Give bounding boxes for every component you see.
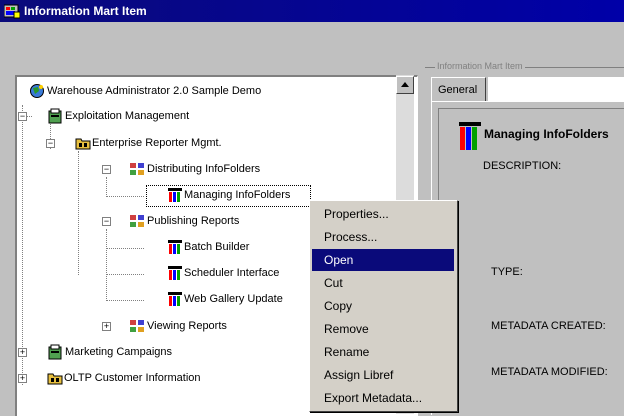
metadata-created-label: METADATA CREATED: bbox=[491, 320, 606, 332]
expand-toggle[interactable]: + bbox=[102, 322, 111, 331]
tree-label: Scheduler Interface bbox=[184, 267, 280, 279]
tree-label: Distributing InfoFolders bbox=[147, 163, 261, 175]
group-title: Information Mart Item bbox=[435, 61, 525, 71]
menu-item-rename[interactable]: Rename bbox=[312, 341, 454, 363]
menu-item-export-metadata[interactable]: Export Metadata... bbox=[312, 387, 454, 409]
collapse-toggle[interactable]: − bbox=[102, 217, 111, 226]
menu-item-properties[interactable]: Properties... bbox=[312, 203, 454, 225]
expand-toggle[interactable]: + bbox=[18, 348, 27, 357]
menu-item-remove[interactable]: Remove bbox=[312, 318, 454, 340]
app-icon bbox=[4, 4, 20, 19]
bar-chart-large-icon bbox=[459, 122, 481, 150]
tree-label: Warehouse Administrator 2.0 Sample Demo bbox=[47, 85, 262, 97]
expand-toggle[interactable]: + bbox=[18, 374, 27, 383]
tree-label: Publishing Reports bbox=[147, 215, 240, 227]
type-label: TYPE: bbox=[491, 266, 523, 278]
tab-general[interactable]: General bbox=[431, 77, 486, 101]
item-name: Managing InfoFolders bbox=[484, 127, 609, 141]
tree-line bbox=[78, 151, 79, 275]
tree-line bbox=[106, 274, 144, 275]
globe-icon bbox=[30, 84, 44, 98]
collapse-toggle[interactable]: − bbox=[18, 112, 27, 121]
context-menu[interactable]: Properties... Process... Open Cut Copy R… bbox=[309, 200, 458, 412]
tree-line bbox=[106, 229, 107, 301]
menu-item-cut[interactable]: Cut bbox=[312, 272, 454, 294]
menu-item-copy[interactable]: Copy bbox=[312, 295, 454, 317]
tree-label: Managing InfoFolders bbox=[184, 189, 291, 201]
folder-group-icon bbox=[48, 344, 62, 360]
window-title: Information Mart Item bbox=[24, 4, 147, 18]
scroll-up-button[interactable] bbox=[396, 76, 414, 94]
tree-label: Viewing Reports bbox=[147, 320, 227, 332]
panel-inner bbox=[438, 108, 624, 409]
tab-label: General bbox=[438, 84, 478, 96]
subject-icon bbox=[130, 163, 144, 175]
tree-line bbox=[106, 196, 144, 197]
bar-chart-icon bbox=[168, 188, 182, 202]
tree-label: Web Gallery Update bbox=[184, 293, 283, 305]
description-label: DESCRIPTION: bbox=[483, 160, 562, 172]
subject-icon bbox=[130, 215, 144, 227]
collapse-toggle[interactable]: − bbox=[46, 139, 55, 148]
title-bar: Information Mart Item bbox=[0, 0, 624, 22]
folder-icon bbox=[75, 138, 91, 150]
tree-label: Exploitation Management bbox=[65, 110, 190, 122]
tree-label: Batch Builder bbox=[184, 241, 250, 253]
metadata-modified-label: METADATA MODIFIED: bbox=[491, 366, 608, 378]
arrow-up-icon bbox=[401, 82, 409, 87]
bar-chart-icon bbox=[168, 292, 182, 306]
tree-line bbox=[106, 177, 107, 197]
subject-icon bbox=[130, 320, 144, 332]
tree-label: Enterprise Reporter Mgmt. bbox=[92, 137, 222, 149]
tree-line bbox=[106, 248, 144, 249]
tree-line bbox=[22, 105, 23, 385]
tree-label: Marketing Campaigns bbox=[65, 346, 172, 358]
tree-line bbox=[106, 300, 144, 301]
folder-group-icon bbox=[48, 108, 62, 124]
menu-item-assign-libref[interactable]: Assign Libref bbox=[312, 364, 454, 386]
menu-item-process[interactable]: Process... bbox=[312, 226, 454, 248]
collapse-toggle[interactable]: − bbox=[102, 165, 111, 174]
folder-icon bbox=[47, 373, 63, 385]
menu-item-open[interactable]: Open bbox=[312, 249, 454, 271]
bar-chart-icon bbox=[168, 240, 182, 254]
bar-chart-icon bbox=[168, 266, 182, 280]
tree-label: OLTP Customer Information bbox=[64, 372, 201, 384]
tab-strip bbox=[488, 77, 624, 101]
